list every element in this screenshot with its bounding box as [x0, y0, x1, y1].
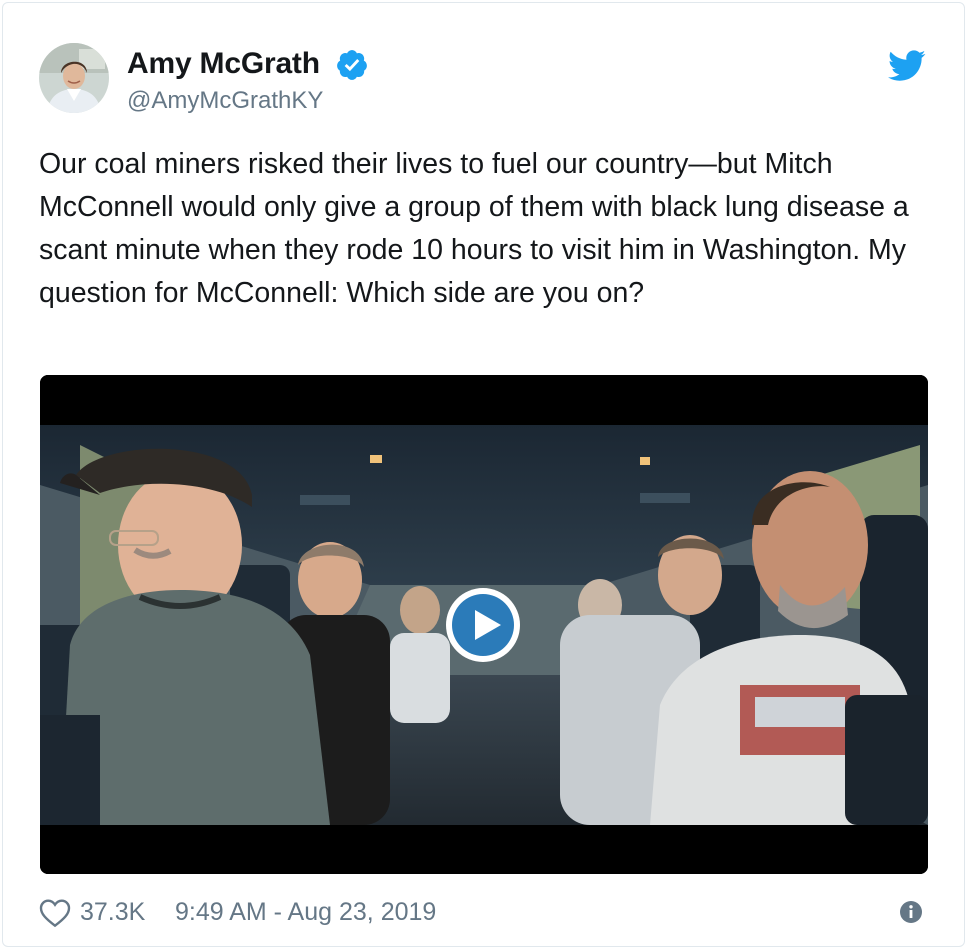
tweet-footer: 37.3K 9:49 AM - Aug 23, 2019 [39, 896, 929, 930]
info-icon[interactable] [899, 900, 923, 924]
timestamp[interactable]: 9:49 AM - Aug 23, 2019 [175, 898, 436, 927]
display-name[interactable]: Amy McGrath [127, 47, 320, 81]
play-icon[interactable] [444, 586, 522, 664]
heart-icon[interactable] [39, 898, 71, 928]
avatar[interactable] [39, 43, 109, 113]
handle[interactable]: @AmyMcGrathKY [127, 87, 323, 115]
tweet-card: Amy McGrath @AmyMcGrathKY Our coal miner… [2, 2, 965, 947]
twitter-bird-icon[interactable] [888, 50, 926, 82]
video-player[interactable] [40, 375, 928, 874]
like-count[interactable]: 37.3K [80, 898, 145, 927]
tweet-text: Our coal miners risked their lives to fu… [39, 148, 909, 309]
verified-badge-icon [337, 50, 367, 80]
profile-photo-icon [39, 43, 109, 113]
